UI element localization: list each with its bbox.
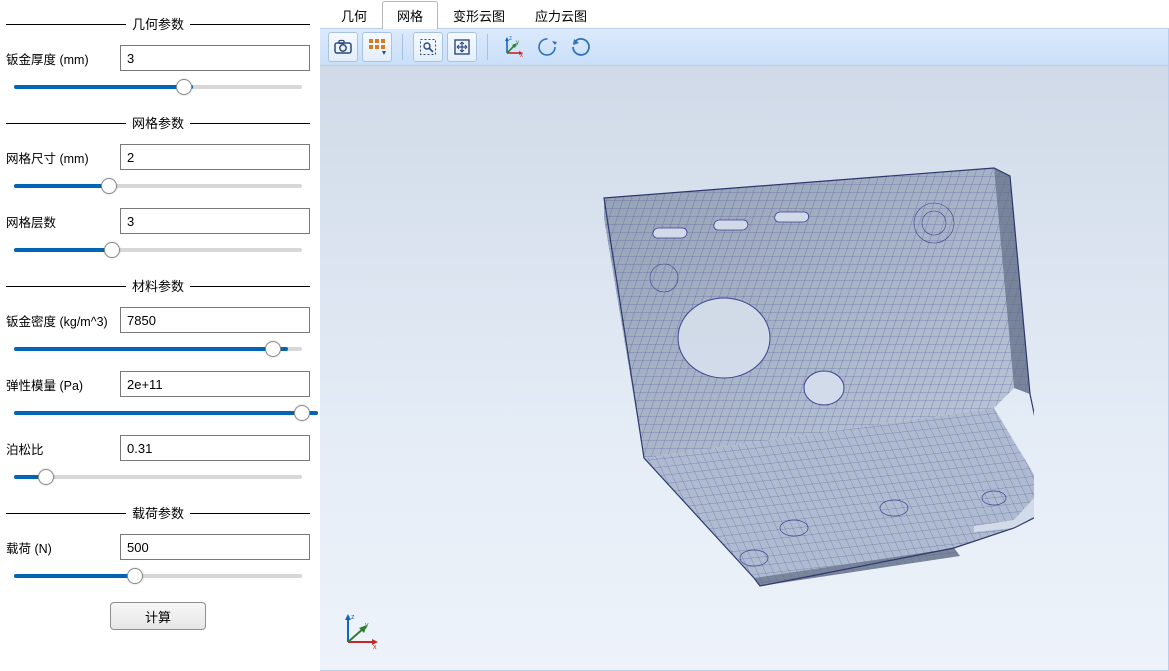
options-icon[interactable] <box>362 32 392 62</box>
fit-all-icon[interactable] <box>447 32 477 62</box>
tab-displacement[interactable]: 变形云图 <box>438 1 520 29</box>
triad-x-label: x <box>373 644 377 650</box>
modulus-label: 弹性模量 (Pa) <box>6 375 114 394</box>
force-slider[interactable] <box>6 564 310 586</box>
svg-text:z: z <box>509 36 512 42</box>
thickness-input[interactable] <box>120 45 310 71</box>
mesh-layers-slider[interactable] <box>6 238 310 260</box>
section-header-mesh: 网格参数 <box>6 113 310 132</box>
thickness-slider[interactable] <box>6 75 310 97</box>
mesh-layers-label: 网格层数 <box>6 212 114 231</box>
modulus-input[interactable] <box>120 371 310 397</box>
thickness-label: 钣金厚度 (mm) <box>6 49 114 68</box>
force-input[interactable] <box>120 534 310 560</box>
triad-icon: z x y <box>340 610 380 650</box>
main-area: 几何 网格 变形云图 应力云图 <box>320 0 1169 671</box>
triad-z-label: z <box>351 614 355 621</box>
section-title-load: 载荷参数 <box>126 503 190 522</box>
poisson-label: 泊松比 <box>6 439 114 458</box>
section-title-material: 材料参数 <box>126 276 190 295</box>
tab-stress[interactable]: 应力云图 <box>520 1 602 29</box>
modulus-slider[interactable] <box>6 401 310 423</box>
poisson-slider[interactable] <box>6 465 310 487</box>
camera-icon[interactable] <box>328 32 358 62</box>
density-label: 钣金密度 (kg/m^3) <box>6 311 114 330</box>
svg-text:x: x <box>520 53 523 59</box>
poisson-input[interactable] <box>120 435 310 461</box>
svg-text:y: y <box>516 40 519 46</box>
section-title-mesh: 网格参数 <box>126 113 190 132</box>
mesh-size-slider[interactable] <box>6 174 310 196</box>
compute-button[interactable]: 计算 <box>110 602 206 630</box>
section-header-load: 载荷参数 <box>6 503 310 522</box>
triad-y-label: y <box>365 622 369 629</box>
density-slider[interactable] <box>6 337 310 359</box>
rotate-icon[interactable] <box>532 32 562 62</box>
mesh-size-input[interactable] <box>120 144 310 170</box>
section-header-material: 材料参数 <box>6 276 310 295</box>
mesh-size-label: 网格尺寸 (mm) <box>6 148 114 167</box>
tab-mesh[interactable]: 网格 <box>382 1 438 29</box>
mesh-viewport[interactable]: z x y <box>320 66 1169 671</box>
parameter-sidebar: 几何参数 钣金厚度 (mm) 网格参数 网格尺寸 (mm) 网格层数 <box>0 0 320 671</box>
axes-icon[interactable]: z x y <box>498 32 528 62</box>
model-mesh-display <box>454 128 1034 608</box>
zoom-area-icon[interactable] <box>413 32 443 62</box>
tab-geometry[interactable]: 几何 <box>326 1 382 29</box>
view-tabs: 几何 网格 变形云图 应力云图 <box>320 0 1169 28</box>
density-input[interactable] <box>120 307 310 333</box>
mesh-layers-input[interactable] <box>120 208 310 234</box>
force-label: 载荷 (N) <box>6 538 114 557</box>
section-header-geometry: 几何参数 <box>6 14 310 33</box>
viewport-toolbar: z x y <box>320 28 1169 66</box>
reset-view-icon[interactable] <box>566 32 596 62</box>
section-title-geometry: 几何参数 <box>126 14 190 33</box>
